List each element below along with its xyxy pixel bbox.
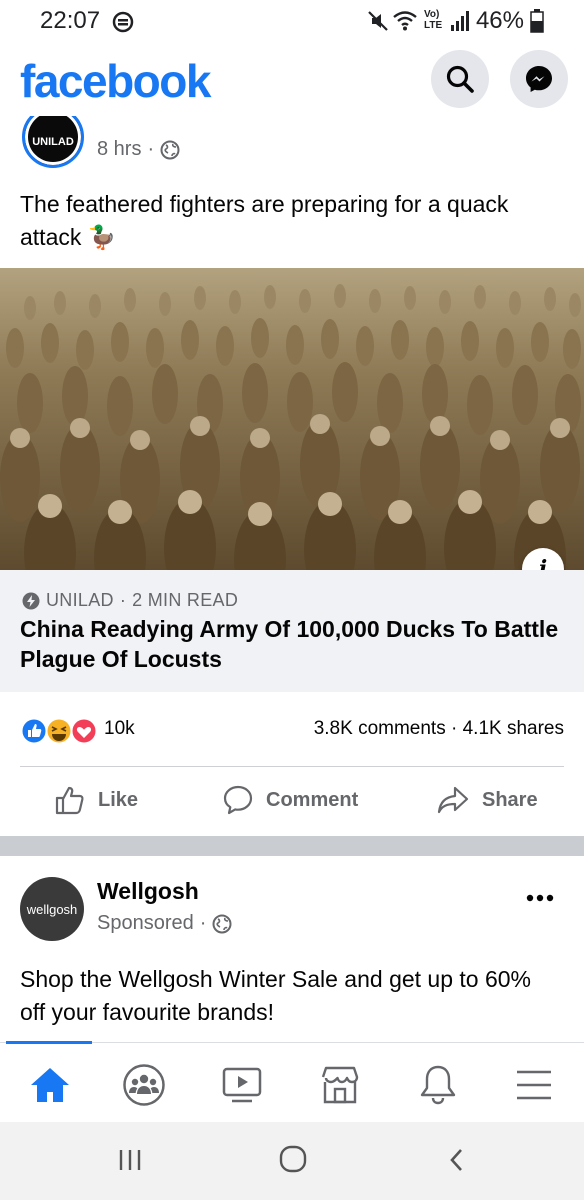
- post-actions: Like Comment Share: [0, 770, 584, 834]
- sponsored-label[interactable]: Sponsored: [97, 912, 194, 935]
- share-button[interactable]: Share: [436, 784, 538, 816]
- more-options-button[interactable]: [526, 878, 554, 909]
- ducks-photo: [0, 268, 584, 570]
- like-button[interactable]: Like: [54, 784, 138, 816]
- feed-separator: [0, 836, 584, 856]
- facebook-logo[interactable]: facebook: [20, 54, 211, 108]
- globe-icon: [212, 914, 232, 933]
- more-icon: [526, 894, 554, 902]
- avatar-unilad[interactable]: UNILAD: [22, 116, 84, 168]
- divider: [20, 766, 564, 767]
- dot-separator: ·: [450, 718, 463, 739]
- avatar-wellgosh[interactable]: wellgosh: [20, 877, 84, 941]
- home-icon: [31, 1068, 69, 1102]
- groups-icon: [123, 1064, 165, 1106]
- messenger-button[interactable]: [510, 50, 568, 108]
- watch-icon: [222, 1067, 262, 1103]
- post-author[interactable]: Wellgosh: [97, 878, 199, 905]
- status-time: 22:07: [40, 7, 101, 34]
- menu-icon: [517, 1070, 551, 1100]
- dot-separator: ·: [119, 590, 127, 610]
- home-system-button[interactable]: [278, 1144, 308, 1174]
- battery-percent: 46%: [475, 7, 524, 34]
- app-header: facebook: [0, 44, 584, 116]
- bottom-nav: [0, 1041, 584, 1122]
- link-title[interactable]: China Readying Army Of 100,000 Ducks To …: [20, 614, 560, 674]
- tab-notifications[interactable]: [414, 1061, 462, 1109]
- search-icon: [446, 65, 474, 93]
- wifi-icon: [393, 11, 417, 31]
- like-label: Like: [98, 788, 139, 811]
- link-read-time: 2 MIN READ: [132, 590, 239, 610]
- link-source: UNILAD · 2 MIN READ: [22, 590, 238, 611]
- engagement-stats: 3.8K comments · 4.1K shares: [314, 718, 564, 740]
- like-icon: [55, 786, 84, 815]
- reaction-icons[interactable]: [20, 716, 102, 746]
- search-button[interactable]: [431, 50, 489, 108]
- active-tab-indicator: [6, 1041, 92, 1044]
- tab-menu[interactable]: [510, 1061, 558, 1109]
- shares-count[interactable]: 4.1K shares: [463, 718, 564, 739]
- post-meta: Sponsored ·: [97, 912, 232, 935]
- marketplace-icon: [321, 1066, 359, 1104]
- lightning-icon: [22, 592, 40, 609]
- share-label: Share: [482, 788, 538, 811]
- network-label: Vo) LTE: [424, 9, 443, 31]
- tab-watch[interactable]: [218, 1061, 266, 1109]
- battery-icon: [530, 9, 544, 33]
- reactions-bar: 10k 3.8K comments · 4.1K shares: [0, 712, 584, 748]
- sync-icon: [112, 11, 134, 33]
- recent-apps-icon: [119, 1150, 141, 1170]
- dot-separator: ·: [199, 912, 207, 934]
- post-text: Shop the Wellgosh Winter Sale and get up…: [20, 966, 532, 1025]
- mute-icon: [368, 11, 388, 31]
- globe-icon: [160, 140, 180, 159]
- bell-icon: [420, 1065, 456, 1105]
- tab-marketplace[interactable]: [316, 1061, 364, 1109]
- dot-separator: ·: [147, 138, 155, 160]
- post-image[interactable]: [0, 268, 584, 570]
- comment-button[interactable]: Comment: [222, 784, 358, 816]
- home-circle-icon: [279, 1145, 307, 1173]
- share-icon: [437, 786, 469, 814]
- comments-count[interactable]: 3.8K comments: [314, 718, 446, 739]
- avatar-label: wellgosh: [26, 901, 78, 917]
- link-source-name: UNILAD: [46, 590, 114, 610]
- avatar-label: UNILAD: [32, 136, 74, 148]
- post-text: The feathered fighters are preparing for…: [20, 191, 509, 250]
- comment-label: Comment: [266, 788, 359, 811]
- post-meta: 8 hrs ·: [97, 138, 180, 161]
- system-nav: [0, 1122, 584, 1200]
- post-time[interactable]: 8 hrs: [97, 138, 141, 161]
- reactions-count[interactable]: 10k: [104, 718, 135, 740]
- messenger-icon: [526, 66, 552, 92]
- status-bar: 22:07 Vo) LTE 46%: [0, 0, 584, 44]
- back-button[interactable]: [444, 1146, 470, 1174]
- tab-home[interactable]: [26, 1061, 74, 1109]
- post-header: UNILAD 8 hrs ·: [0, 116, 584, 176]
- recent-apps-button[interactable]: [116, 1146, 144, 1174]
- link-preview[interactable]: UNILAD · 2 MIN READ China Readying Army …: [0, 570, 584, 692]
- back-icon: [450, 1149, 462, 1171]
- signal-icon: [451, 11, 469, 31]
- tab-groups[interactable]: [120, 1061, 168, 1109]
- comment-icon: [223, 785, 253, 815]
